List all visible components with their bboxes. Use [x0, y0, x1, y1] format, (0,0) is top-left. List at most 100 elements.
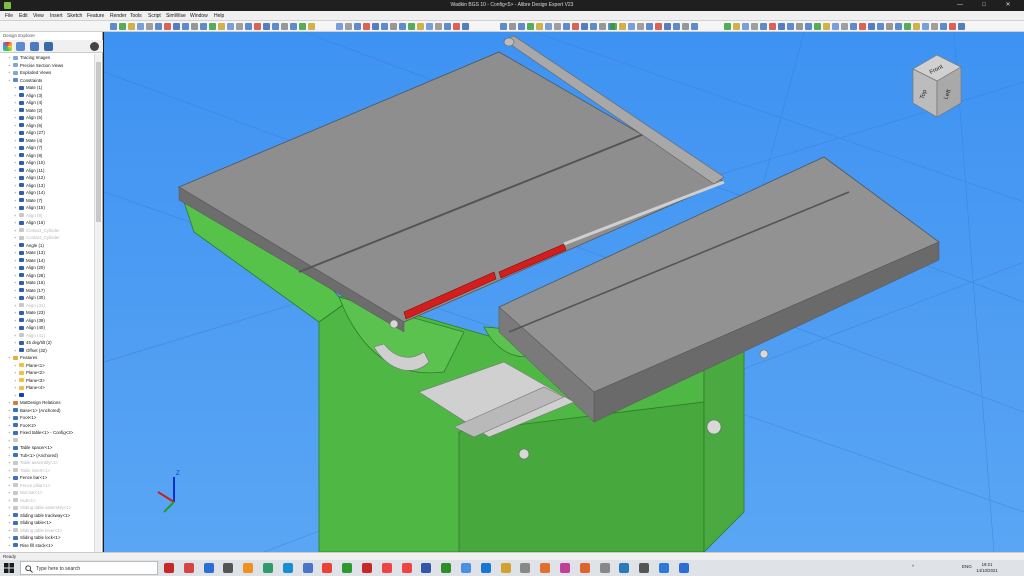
toolbar-tool-icon[interactable]	[209, 23, 216, 30]
tree-expander-icon[interactable]: +	[14, 392, 18, 400]
tree-scrollbar[interactable]	[94, 54, 101, 552]
tree-expander-icon[interactable]: +	[8, 414, 12, 422]
toolbar-tool-icon[interactable]	[805, 23, 812, 30]
viewport-canvas[interactable]: Front Top Left Z	[104, 32, 1024, 552]
language-indicator[interactable]: ENG	[962, 564, 972, 569]
toolbar-tool-icon[interactable]	[399, 23, 406, 30]
menu-tools[interactable]: Tools	[130, 13, 142, 19]
menu-insert[interactable]: Insert	[50, 13, 63, 19]
tree-expander-icon[interactable]: +	[14, 182, 18, 190]
tree-expander-icon[interactable]: +	[8, 504, 12, 512]
taskbar-app-icon[interactable]	[639, 563, 650, 573]
tree-expander-icon[interactable]: +	[14, 242, 18, 250]
gear-icon[interactable]	[90, 42, 99, 51]
tree-expander-icon[interactable]: +	[8, 444, 12, 452]
tree-expander-icon[interactable]: +	[8, 534, 12, 542]
toolbar-tool-icon[interactable]	[155, 23, 162, 30]
toolbar-tool-icon[interactable]	[760, 23, 767, 30]
properties-icon[interactable]	[44, 42, 53, 51]
toolbar-tool-icon[interactable]	[408, 23, 415, 30]
taskbar-app-icon[interactable]	[619, 563, 630, 573]
3d-viewport[interactable]: Front Top Left Z	[104, 32, 1024, 552]
tree-item[interactable]: + Sliding table trackway<1>	[8, 512, 70, 520]
tree-item[interactable]: + Table insert<1>	[8, 467, 50, 475]
tree-expander-icon[interactable]: +	[8, 527, 12, 535]
tree-item[interactable]: + Mate (17)	[14, 287, 45, 295]
toolbar-tool-icon[interactable]	[554, 23, 561, 30]
taskbar-app-icon[interactable]	[322, 563, 333, 573]
menu-feature[interactable]: Feature	[87, 13, 104, 19]
tree-item[interactable]: +45 deg/tilt (2)	[14, 339, 52, 347]
toolbar-tool-icon[interactable]	[462, 23, 469, 30]
tree-expander-icon[interactable]: +	[8, 54, 12, 62]
toolbar-tool-icon[interactable]	[381, 23, 388, 30]
toolbar-tool-icon[interactable]	[290, 23, 297, 30]
tree-expander-icon[interactable]: +	[14, 377, 18, 385]
tree-item[interactable]: + Align (7)	[14, 144, 42, 152]
toolbar-tool-icon[interactable]	[110, 23, 117, 30]
taskbar-app-icon[interactable]	[480, 563, 491, 573]
menu-view[interactable]: View	[33, 13, 44, 19]
tree-expander-icon[interactable]: +	[14, 197, 18, 205]
taskbar-app-icon[interactable]	[223, 563, 234, 573]
tree-expander-icon[interactable]: +	[14, 212, 18, 220]
menu-edit[interactable]: Edit	[19, 13, 28, 19]
tree-expander-icon[interactable]: +	[14, 107, 18, 115]
taskbar-app-icon[interactable]	[401, 563, 412, 573]
toolbar-tool-icon[interactable]	[128, 23, 135, 30]
tree-expander-icon[interactable]: +	[14, 294, 18, 302]
tree-item[interactable]: + Align (40)	[14, 324, 45, 332]
toolbar-tool-icon[interactable]	[904, 23, 911, 30]
tree-expander-icon[interactable]: +	[8, 452, 12, 460]
tree-item[interactable]: + Rise fill stock<1>	[8, 542, 53, 550]
toolbar-tool-icon[interactable]	[390, 23, 397, 30]
tree-item[interactable]: + Align (11)	[14, 167, 44, 175]
tree-expander-icon[interactable]: +	[8, 519, 12, 527]
tree-expander-icon[interactable]: +	[14, 144, 18, 152]
tree-expander-icon[interactable]: +	[8, 437, 12, 445]
tree-expander-icon[interactable]: +	[14, 189, 18, 197]
tree-expander-icon[interactable]: +	[14, 92, 18, 100]
tree-expander-icon[interactable]: +	[14, 369, 18, 377]
tree-expander-icon[interactable]: +	[8, 422, 12, 430]
toolbar-tool-icon[interactable]	[886, 23, 893, 30]
tree-expander-icon[interactable]: +	[14, 159, 18, 167]
tree-item[interactable]: + Mate (4)	[14, 137, 42, 145]
taskbar-app-icon[interactable]	[540, 563, 551, 573]
toolbar-tool-icon[interactable]	[308, 23, 315, 30]
tree-expander-icon[interactable]: +	[14, 332, 18, 340]
tree-item[interactable]: + Align (4)	[14, 99, 42, 107]
minimize-button[interactable]: —	[950, 1, 970, 10]
tree-item[interactable]: + Plane<3>	[14, 377, 45, 385]
toolbar-tool-icon[interactable]	[299, 23, 306, 30]
tree-expander-icon[interactable]: +	[8, 467, 12, 475]
toolbar-tool-icon[interactable]	[164, 23, 171, 30]
tree-item[interactable]: + Table spacer<1>	[8, 444, 52, 452]
tree-expander-icon[interactable]: +	[8, 482, 12, 490]
toolbar-tool-icon[interactable]	[628, 23, 635, 30]
tree-expander-icon[interactable]: +	[14, 84, 18, 92]
tree-expander-icon[interactable]: +	[8, 354, 12, 362]
tree-expander-icon[interactable]: +	[14, 152, 18, 160]
tree-item[interactable]: + Align (9)	[14, 212, 42, 220]
toolbar-tool-icon[interactable]	[263, 23, 270, 30]
tree-item[interactable]: + Tracing Images	[8, 54, 50, 62]
tree-item[interactable]: + Plane<2>	[14, 369, 45, 377]
tree-item[interactable]: + Align (6)	[14, 122, 42, 130]
tree-item[interactable]: + Align (16)	[14, 219, 45, 227]
taskbar-app-icon[interactable]	[203, 563, 214, 573]
tree-expander-icon[interactable]: +	[8, 62, 12, 70]
menu-simwise[interactable]: SimWise	[166, 13, 186, 19]
toolbar-tool-icon[interactable]	[426, 23, 433, 30]
toolbar-tool-icon[interactable]	[572, 23, 579, 30]
toolbar-tool-icon[interactable]	[500, 23, 507, 30]
tree-item[interactable]: + Align (39)	[14, 317, 45, 325]
toolbar-tool-icon[interactable]	[787, 23, 794, 30]
tree-item[interactable]: + Align (31)	[14, 302, 45, 310]
tree-expander-icon[interactable]: +	[14, 324, 18, 332]
tree-expander-icon[interactable]: +	[14, 249, 18, 257]
tree-item[interactable]: + Mate (14)	[14, 257, 45, 265]
tree-expander-icon[interactable]: +	[8, 407, 12, 415]
taskbar-app-icon[interactable]	[579, 563, 590, 573]
toolbar-tool-icon[interactable]	[182, 23, 189, 30]
